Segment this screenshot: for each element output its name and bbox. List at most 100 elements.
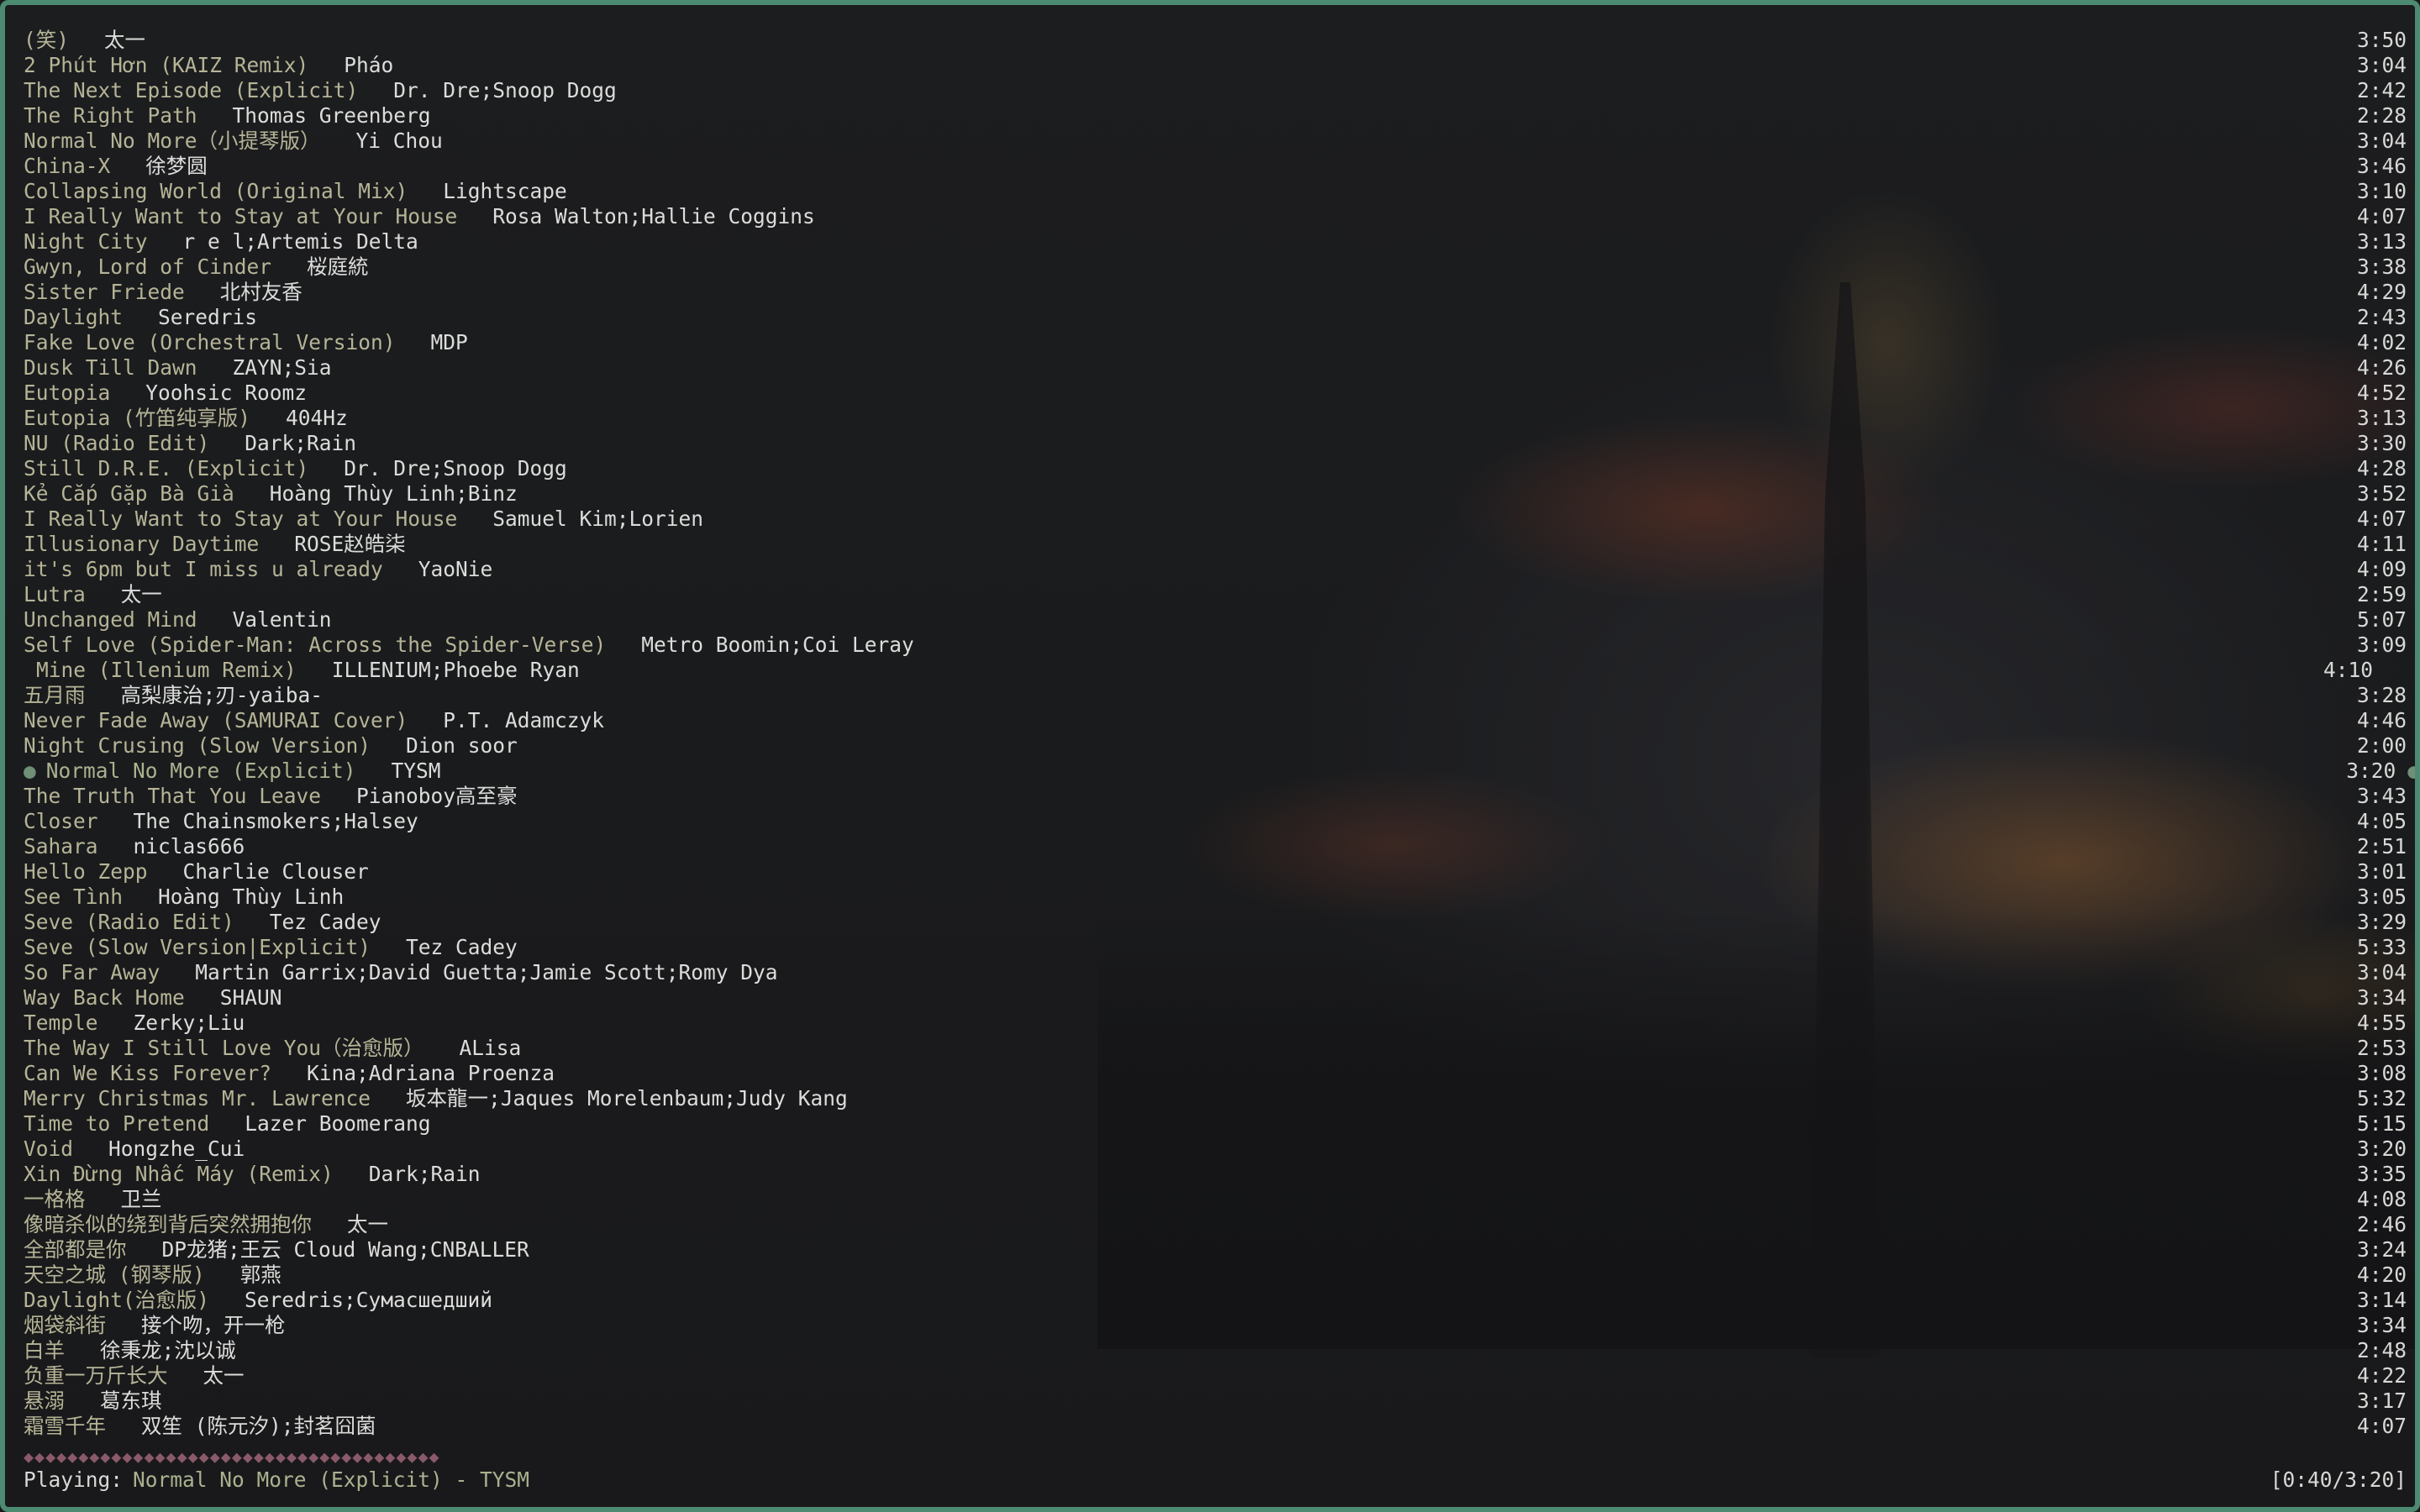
playlist-row[interactable]: Hello Zepp Charlie Clouser 3:01 [24,859,2407,885]
track-duration: 3:01 [2357,859,2407,885]
playlist-row[interactable]: Dusk Till Dawn ZAYN;Sia 4:26 [24,355,2407,381]
track-duration-text: 4:11 [2356,532,2407,556]
track-title: 负重一万斤长大 [24,1363,168,1388]
playlist-row[interactable]: The Right Path Thomas Greenberg 2:28 [24,103,2407,129]
playlist-row[interactable]: Collapsing World (Original Mix) Lightscap… [24,179,2407,204]
playlist-row[interactable]: 像暗杀似的绕到背后突然拥抱你 太一 2:46 [24,1212,2407,1237]
playlist-row[interactable]: NU (Radio Edit) Dark;Rain 3:30 [24,431,2407,456]
progress-bar[interactable]: ◆◆◆◆◆◆◆◆◆◆◆◆◆◆◆◆◆◆◆◆◆◆◆◆◆◆◆◆◆◆◆◆◆◆◆◆◆◆ [24,1446,440,1467]
playlist-row[interactable]: Can We Kiss Forever? Kina;Adriana Proenza… [24,1061,2407,1086]
playlist-row[interactable]: 一格格 卫兰 4:08 [24,1187,2407,1212]
playlist-row[interactable]: I Really Want to Stay at Your House Rosa … [24,204,2407,229]
track-title: I Really Want to Stay at Your House [24,204,458,228]
playlist-row[interactable]: Unchanged Mind Valentin 5:07 [24,607,2407,633]
playlist-row[interactable]: Time to Pretend Lazer Boomerang 5:15 [24,1111,2407,1137]
track-title: Seve (Radio Edit) [24,910,234,934]
playlist-row[interactable]: Mine (Illenium Remix) ILLENIUM;Phoebe Rya… [24,658,2407,683]
track-title: Seve (Slow Version|Explicit) [24,935,371,959]
playlist-row[interactable]: 五月雨 高梨康治;刃-yaiba- 3:28 [24,683,2407,708]
playlist-row[interactable]: Sister Friede 北村友香 4:29 [24,280,2407,305]
track-duration-text: 4:05 [2356,809,2407,833]
track-duration: 2:48 [2357,1338,2407,1363]
track-artist: YaoNie [418,557,493,581]
playlist-row[interactable]: it's 6pm but I miss u already YaoNie 4:09 [24,557,2407,582]
track-duration: 3:46 [2357,154,2407,179]
playlist-row[interactable]: Way Back Home SHAUN 3:34 [24,985,2407,1011]
track-title: Time to Pretend [24,1111,210,1136]
track-title: Fake Love (Orchestral Version) [24,330,396,354]
track-duration-text: 3:43 [2356,784,2407,808]
playlist-row[interactable]: The Next Episode (Explicit) Dr. Dre;Snoop… [24,78,2407,103]
track-artist: 桜庭統 [307,255,369,279]
playlist-row[interactable]: Daylight Seredris 2:43 [24,305,2407,330]
playlist-row[interactable]: Normal No More（小提琴版） Yi Chou 3:04 [24,129,2407,154]
playlist-row[interactable]: See Tình Hoàng Thùy Linh 3:05 [24,885,2407,910]
playlist-row[interactable]: Seve (Radio Edit) Tez Cadey 3:29 [24,910,2407,935]
playlist-row[interactable]: 天空之城 (钢琴版) 郭燕 4:20 [24,1263,2407,1288]
playlist-row[interactable]: (笑) 太一 3:50 [24,28,2407,53]
track-title: Sister Friede [24,280,185,304]
track-duration: 2:46 [2357,1212,2407,1237]
playlist-row[interactable]: So Far Away Martin Garrix;David Guetta;Ja… [24,960,2407,985]
track-duration: 3:13 [2357,229,2407,255]
track-duration: 4:11 [2357,532,2407,557]
playlist-row[interactable]: 霜雪千年 双笙 (陈元汐);封茗囧菌 4:07 [24,1414,2407,1439]
playlist-row[interactable]: Illusionary Daytime ROSE赵皓柒 4:11 [24,532,2407,557]
track-title: Closer [24,809,98,833]
playlist-row[interactable]: Xin Đừng Nhấc Máy (Remix) Dark;Rain 3:35 [24,1162,2407,1187]
playlist-row[interactable]: 负重一万斤长大 太一 4:22 [24,1363,2407,1389]
playlist-row[interactable]: Sahara niclas666 2:51 [24,834,2407,859]
track-artist: Valentin [232,607,332,632]
track-duration: 3:28 [2357,683,2407,708]
playlist-row[interactable]: Self Love (Spider-Man: Across the Spider… [24,633,2407,658]
playlist-row[interactable]: Eutopia Yoohsic Roomz 4:52 [24,381,2407,406]
playlist[interactable]: (笑) 太一 3:50 2 Phút Hơn (KAIZ Remix) Pháo 3:04… [24,28,2415,1439]
track-title: 悬溺 [24,1389,65,1413]
track-duration: 3:52 [2357,481,2407,507]
playlist-row[interactable]: Merry Christmas Mr. Lawrence 坂本龍一;Jaques … [24,1086,2407,1111]
playlist-row[interactable]: Closer The Chainsmokers;Halsey 4:05 [24,809,2407,834]
track-title: Void [24,1137,74,1161]
track-artist: ALisa [459,1036,522,1060]
playlist-row[interactable]: Daylight(治愈版) Seredris;Сумасшедший 3:14 [24,1288,2407,1313]
playlist-row[interactable]: 悬溺 葛东琪 3:17 [24,1389,2407,1414]
track-title: Can We Kiss Forever? [24,1061,272,1085]
playlist-row[interactable]: Still D.R.E. (Explicit) Dr. Dre;Snoop Dog… [24,456,2407,481]
playlist-row[interactable]: Temple Zerky;Liu 4:55 [24,1011,2407,1036]
playlist-row[interactable]: Never Fade Away (SAMURAI Cover) P.T. Adam… [24,708,2407,733]
track-duration-text: 4:08 [2356,1187,2407,1211]
playlist-row[interactable]: Lutra 太一 2:59 [24,582,2407,607]
playlist-row[interactable]: Kẻ Cắp Gặp Bà Già Hoàng Thùy Linh;Binz 3:5… [24,481,2407,507]
playlist-row[interactable]: 白羊 徐秉龙;沈以诚 2:48 [24,1338,2407,1363]
track-artist: P.T. Adamczyk [443,708,605,732]
playlist-row[interactable]: China-X 徐梦圆 3:46 [24,154,2407,179]
playlist-row[interactable]: 2 Phút Hơn (KAIZ Remix) Pháo 3:04 [24,53,2407,78]
track-artist: Kina;Adriana Proenza [307,1061,555,1085]
playlist-row[interactable]: Night City r e l;Artemis Delta 3:13 [24,229,2407,255]
playlist-row[interactable]: 烟袋斜街 接个吻，开一枪 3:34 [24,1313,2407,1338]
track-artist: Rosa Walton;Hallie Coggins [492,204,815,228]
playlist-row[interactable]: Gwyn, Lord of Cinder 桜庭統 3:38 [24,255,2407,280]
track-duration-text: 3:13 [2356,229,2407,254]
playlist-row[interactable]: Fake Love (Orchestral Version) MDP 4:02 [24,330,2407,355]
track-duration: 3:14 [2357,1288,2407,1313]
track-duration-text: 3:30 [2356,431,2407,455]
track-artist: MDP [430,330,468,354]
playlist-row[interactable]: I Really Want to Stay at Your House Samue… [24,507,2407,532]
track-duration: 3:13 [2357,406,2407,431]
track-artist: Charlie Clouser [182,859,369,884]
playlist-row[interactable]: Void Hongzhe_Cui 3:20 [24,1137,2407,1162]
track-duration: 4:10 [2323,658,2373,683]
track-title: Way Back Home [24,985,185,1010]
track-duration-text: 3:46 [2356,154,2407,178]
playlist-row[interactable]: The Truth That You Leave Pianoboy高至豪 3:43 [24,784,2407,809]
playlist-row[interactable]: The Way I Still Love You（治愈版） ALisa 2:53 [24,1036,2407,1061]
track-title: The Way I Still Love You（治愈版） [24,1036,424,1060]
track-title: Gwyn, Lord of Cinder [24,255,272,279]
track-artist: Hongzhe_Cui [108,1137,245,1161]
playlist-row[interactable]: ● Normal No More (Explicit) TYSM 3:20 ● [24,759,2415,784]
playlist-row[interactable]: Seve (Slow Version|Explicit) Tez Cadey 5:3… [24,935,2407,960]
playlist-row[interactable]: Eutopia (竹笛纯享版) 404Hz 3:13 [24,406,2407,431]
playlist-row[interactable]: 全部都是你 DP龙猪;王云 Cloud Wang;CNBALLER 3:24 [24,1237,2407,1263]
playlist-row[interactable]: Night Crusing (Slow Version) Dion soor 2:0… [24,733,2407,759]
